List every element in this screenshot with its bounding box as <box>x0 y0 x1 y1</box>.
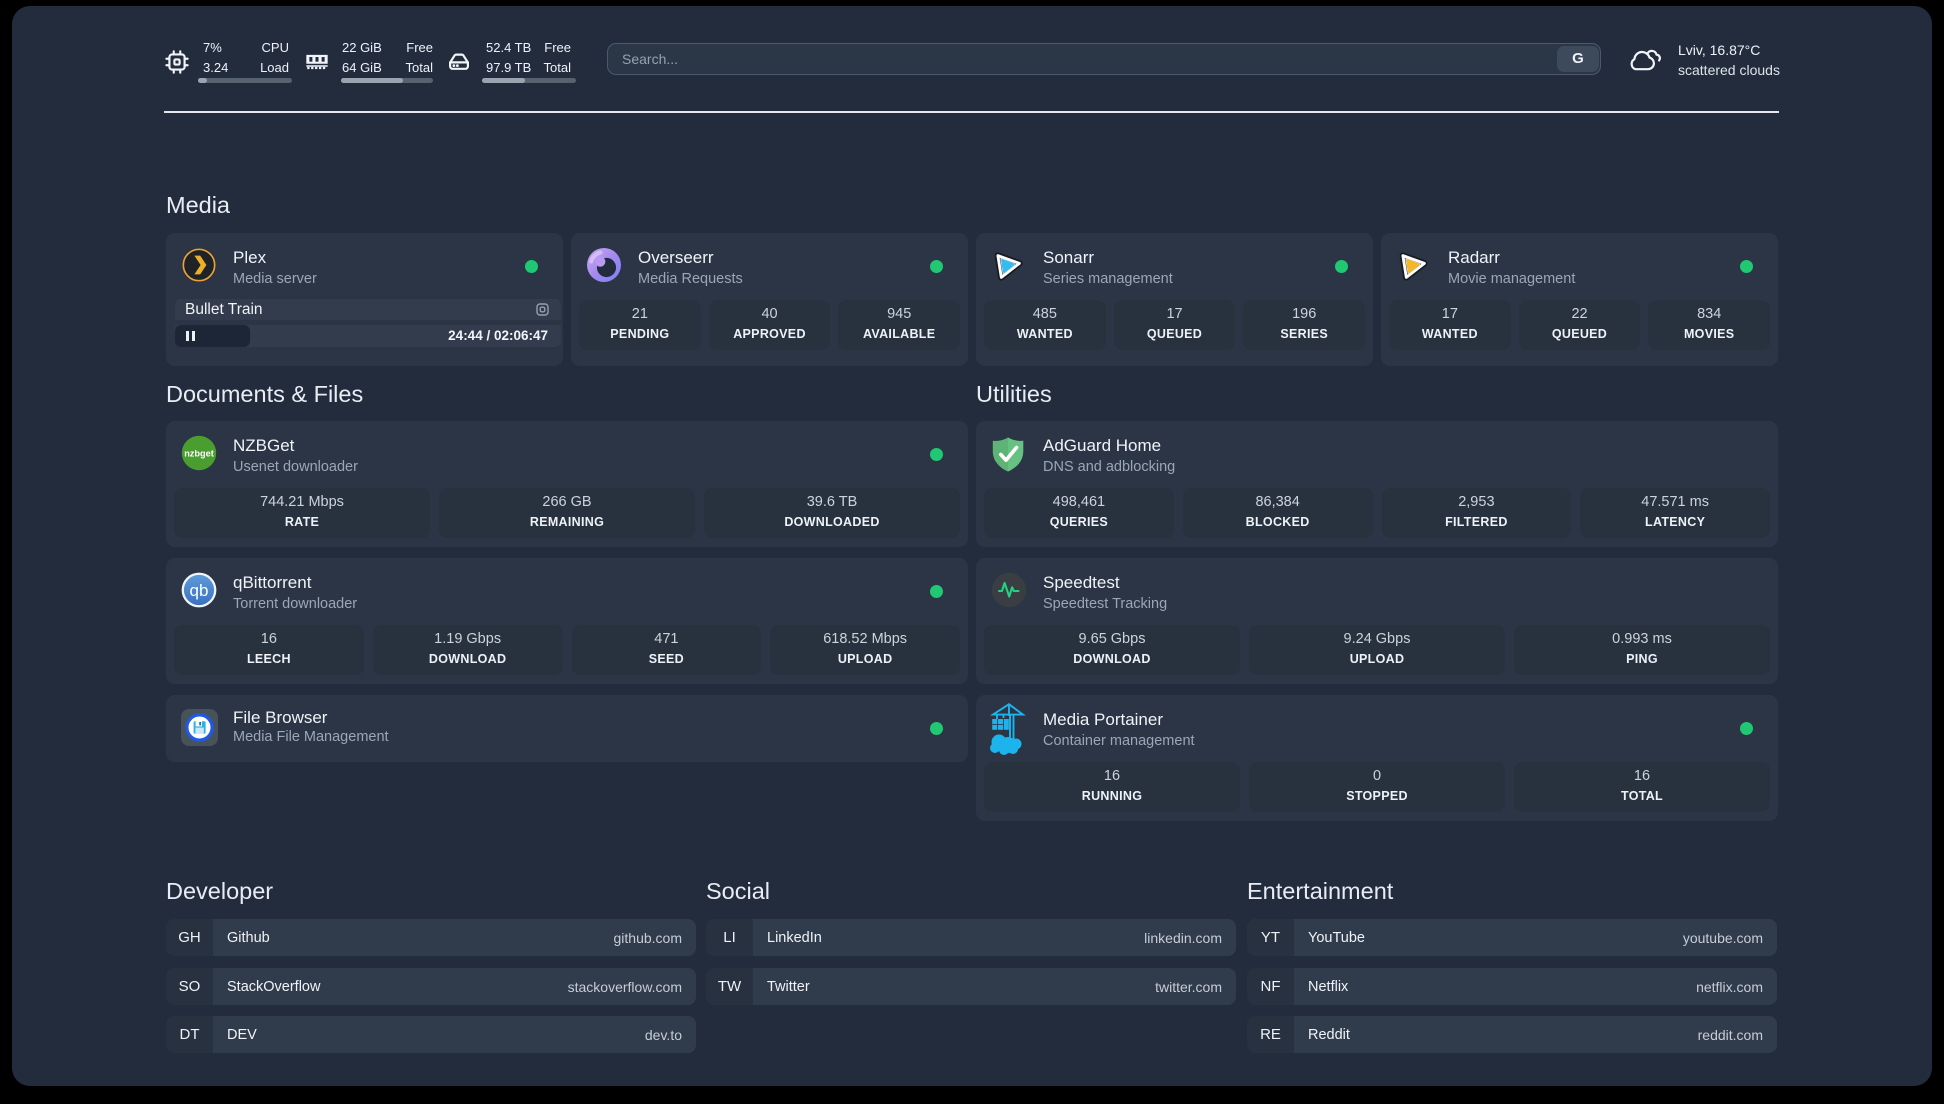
svg-text:qb: qb <box>190 581 209 600</box>
svg-text:nzbget: nzbget <box>184 449 214 459</box>
